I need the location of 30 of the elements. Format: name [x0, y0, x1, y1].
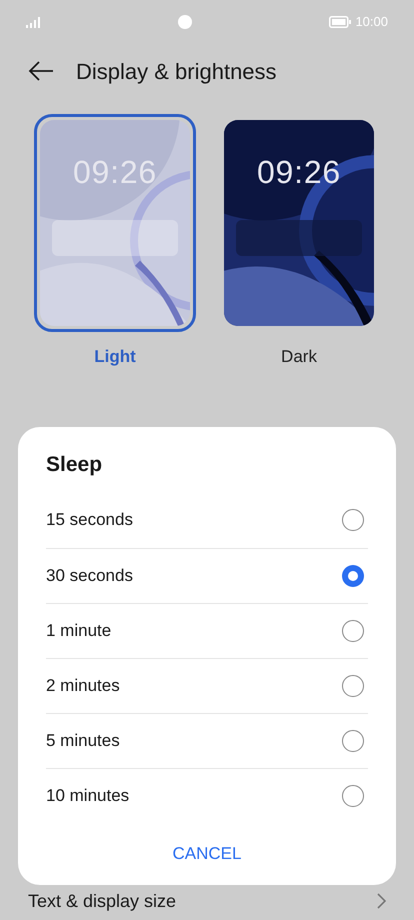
settings-row-label[interactable]: Text & display size [28, 888, 176, 914]
page-title: Display & brightness [76, 58, 277, 86]
radio-button[interactable] [342, 784, 364, 806]
option-label: 1 minute [46, 620, 112, 642]
radio-button[interactable] [342, 509, 364, 531]
battery-icon [329, 16, 352, 28]
clock-text: 09:26 [256, 153, 342, 192]
chevron-right-icon [377, 893, 386, 909]
radio-button[interactable] [342, 564, 364, 586]
option-row[interactable]: 2 minutes [46, 658, 368, 712]
option-label: 15 seconds [46, 509, 133, 532]
option-row[interactable]: 15 seconds [46, 492, 368, 548]
signal-icon [26, 16, 40, 28]
option-label: 2 minutes [46, 674, 120, 697]
option-label: 10 minutes [46, 784, 130, 807]
theme-label: Light [94, 346, 136, 368]
radio-button[interactable] [342, 620, 364, 642]
dialog-title: Sleep [46, 452, 104, 478]
option-row[interactable]: 5 minutes [46, 712, 368, 768]
theme-label: Dark [281, 346, 317, 368]
option-label: 30 seconds [46, 564, 133, 587]
radio-button[interactable] [342, 730, 364, 752]
option-row[interactable]: 10 minutes [46, 768, 368, 822]
option-row[interactable]: 1 minute [46, 602, 368, 658]
theme-preview[interactable]: 09:26 [218, 114, 380, 332]
cancel-button[interactable]: CANCEL [156, 836, 258, 870]
back-arrow-icon [28, 60, 54, 82]
option-label: 5 minutes [46, 730, 120, 752]
option-row[interactable]: 30 seconds [46, 548, 368, 602]
radio-button[interactable] [342, 674, 364, 696]
